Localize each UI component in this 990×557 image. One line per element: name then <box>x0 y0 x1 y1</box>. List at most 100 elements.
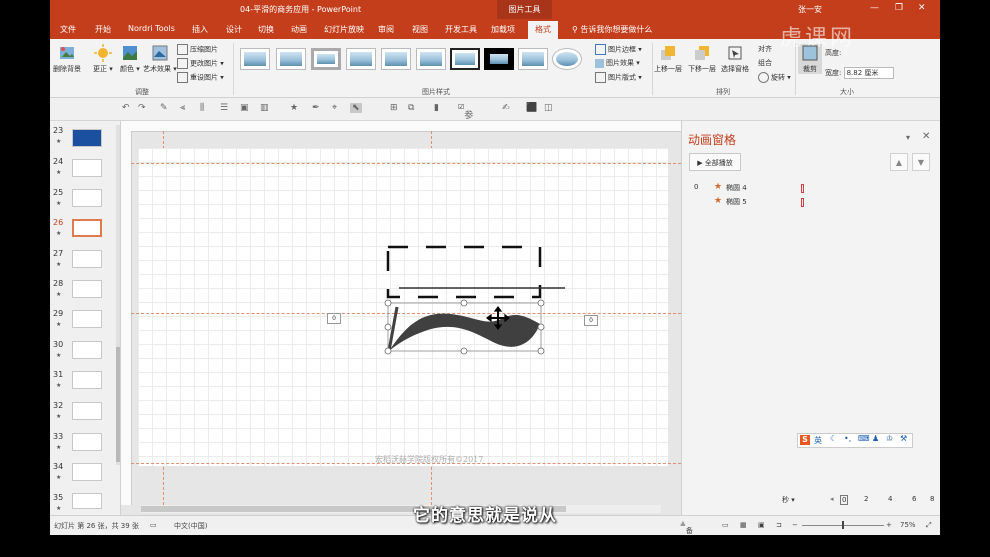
star-icon[interactable]: ★ <box>290 103 298 113</box>
user-icon[interactable]: ♟ <box>872 434 879 443</box>
picture-layout-button[interactable]: 图片版式 ▾ <box>595 72 642 83</box>
select-tool-icon[interactable]: ⬉ <box>350 103 362 113</box>
minimize-icon[interactable]: — <box>870 3 879 13</box>
width-value[interactable]: 8.82 厘米 <box>843 67 894 79</box>
wrench-icon[interactable]: ⚒ <box>900 434 907 443</box>
tab-insert[interactable]: 插入 <box>192 24 208 35</box>
width-field[interactable]: 宽度: 8.82 厘米 <box>825 67 894 79</box>
slide-sorter-icon[interactable]: ▦ <box>740 521 747 529</box>
tab-home[interactable]: 开始 <box>95 24 111 35</box>
scrollbar-thumb[interactable] <box>116 347 120 462</box>
group-objects-button[interactable]: 组合 <box>758 58 772 68</box>
animation-item[interactable]: 0 ★ 椭圆 4 <box>694 182 824 193</box>
redo-icon[interactable]: ↷ <box>138 103 146 113</box>
picture-style-9[interactable] <box>518 48 548 70</box>
horizontal-scrollbar[interactable] <box>141 505 661 513</box>
compress-pictures-button[interactable]: 压缩图片 <box>177 44 218 55</box>
user-name[interactable]: 张一安 <box>798 4 822 15</box>
time-unit-dropdown[interactable]: 秒 ▾ <box>782 495 795 505</box>
format-painter-icon[interactable]: ✎ <box>160 103 168 113</box>
guides-checkbox[interactable]: ☑ 参考线 <box>458 103 473 147</box>
tab-developer[interactable]: 开发工具 <box>445 24 477 35</box>
normal-view-icon[interactable]: ▭ <box>722 521 729 529</box>
distribute-icon[interactable]: ☰ <box>220 103 228 113</box>
play-all-button[interactable]: ▶ 全部播放 <box>689 153 741 171</box>
tab-review[interactable]: 审阅 <box>378 24 394 35</box>
eyedropper-icon[interactable]: ✒ <box>312 103 320 113</box>
tab-design[interactable]: 设计 <box>226 24 242 35</box>
picture-style-3[interactable] <box>311 48 341 70</box>
edit-points-icon[interactable]: ⌖ <box>332 103 337 113</box>
change-picture-button[interactable]: 更改图片 ▾ <box>177 58 224 69</box>
selection-pane-button[interactable]: 选择窗格 <box>721 44 749 74</box>
picture-style-5[interactable] <box>381 48 411 70</box>
tab-format[interactable]: 格式 <box>528 21 558 39</box>
picture-style-8[interactable] <box>484 48 514 70</box>
picture-border-button[interactable]: 图片边框 ▾ <box>595 44 642 55</box>
grid-icon[interactable]: ⊞ <box>390 103 398 113</box>
ruler-icon[interactable]: ▮ <box>434 103 439 113</box>
tab-animations[interactable]: 动画 <box>291 24 307 35</box>
tab-view[interactable]: 视图 <box>412 24 428 35</box>
punctuation-icon[interactable]: •, <box>844 434 851 443</box>
moon-icon[interactable]: ☾ <box>830 434 837 443</box>
zoom-out-icon[interactable]: − <box>792 521 798 529</box>
close-icon[interactable]: ✕ <box>918 3 926 13</box>
restore-icon[interactable]: ❐ <box>895 3 903 13</box>
ime-language-label[interactable]: 英 <box>814 435 822 446</box>
tab-slideshow[interactable]: 幻灯片放映 <box>324 24 364 35</box>
language-indicator[interactable]: 中文(中国) <box>174 521 207 531</box>
pen-color-icon[interactable]: ✍ <box>502 103 510 113</box>
align-button[interactable]: 对齐 <box>758 44 772 54</box>
fit-to-window-icon[interactable]: ⤢ <box>926 521 932 530</box>
move-up-button[interactable]: ▲ <box>890 153 908 171</box>
tab-nordri-tools[interactable]: Nordri Tools <box>128 24 175 33</box>
tab-addins[interactable]: 加载项 <box>491 24 515 35</box>
picture-style-4[interactable] <box>346 48 376 70</box>
picture-style-6[interactable] <box>416 48 446 70</box>
zoom-level[interactable]: 75% <box>900 521 916 529</box>
thumbnail-scrollbar[interactable] <box>116 125 120 465</box>
tell-me-search[interactable]: ⚲ 告诉我你想要做什么 <box>572 24 652 35</box>
align-center-icon[interactable]: ⫼ <box>200 103 204 113</box>
reading-view-icon[interactable]: ▣ <box>758 521 765 529</box>
timing-bar[interactable] <box>801 184 804 193</box>
zoom-slider-handle[interactable] <box>842 521 844 529</box>
picture-style-10[interactable] <box>552 48 582 70</box>
align-left-icon[interactable]: ⫷ <box>180 103 185 113</box>
timing-bar[interactable] <box>801 198 804 207</box>
tab-transitions[interactable]: 切换 <box>258 24 274 35</box>
correct-button[interactable]: 更正 ▾ <box>93 44 113 74</box>
shapes-icon[interactable]: ◫ <box>544 103 553 113</box>
picture-effects-button[interactable]: 图片效果 ▾ <box>595 58 640 68</box>
zoom-in-icon[interactable]: + <box>886 521 892 529</box>
slide-count[interactable]: 幻灯片 第 26 张，共 39 张 <box>54 521 139 531</box>
group-icon[interactable]: ▣ <box>240 103 249 113</box>
bring-forward-button[interactable]: 上移一层 <box>654 44 682 74</box>
picture-style-1[interactable] <box>240 48 270 70</box>
arrange-icon[interactable]: ⧉ <box>408 103 414 113</box>
keyboard-icon[interactable]: ⌨ <box>858 434 870 443</box>
picture-style-7[interactable] <box>450 48 480 70</box>
crop-frame[interactable] <box>386 245 542 299</box>
slideshow-icon[interactable]: ⊐ <box>776 521 782 529</box>
fill-color-icon[interactable]: ⬛ <box>526 103 537 113</box>
close-pane-icon[interactable]: ✕ <box>922 131 930 142</box>
reset-picture-button[interactable]: 重设图片 ▾ <box>177 72 224 83</box>
timeline-scroll-left-icon[interactable]: ◂ <box>830 495 834 503</box>
move-down-button[interactable]: ▼ <box>912 153 930 171</box>
notes-button[interactable]: ≗ 备注 <box>680 521 693 535</box>
picture-style-2[interactable] <box>276 48 306 70</box>
rotate-button[interactable]: 旋转 ▾ <box>758 72 791 83</box>
send-backward-button[interactable]: 下移一层 <box>688 44 716 74</box>
ime-toolbar[interactable]: S 英 ☾ •, ⌨ ♟ ♔ ⚒ <box>797 433 913 448</box>
remove-background-button[interactable]: 删除背景 <box>53 44 81 74</box>
chart-icon[interactable]: ▥ <box>260 103 269 113</box>
color-button[interactable]: 颜色 ▾ <box>120 44 140 74</box>
spellcheck-icon[interactable]: ▭ <box>150 521 157 529</box>
artistic-effects-button[interactable]: 艺术效果 ▾ <box>143 44 177 74</box>
tab-file[interactable]: 文件 <box>60 24 76 35</box>
swoosh-shape[interactable] <box>389 313 540 351</box>
pane-options-icon[interactable]: ▾ <box>906 133 910 142</box>
undo-icon[interactable]: ↶ <box>122 103 130 113</box>
